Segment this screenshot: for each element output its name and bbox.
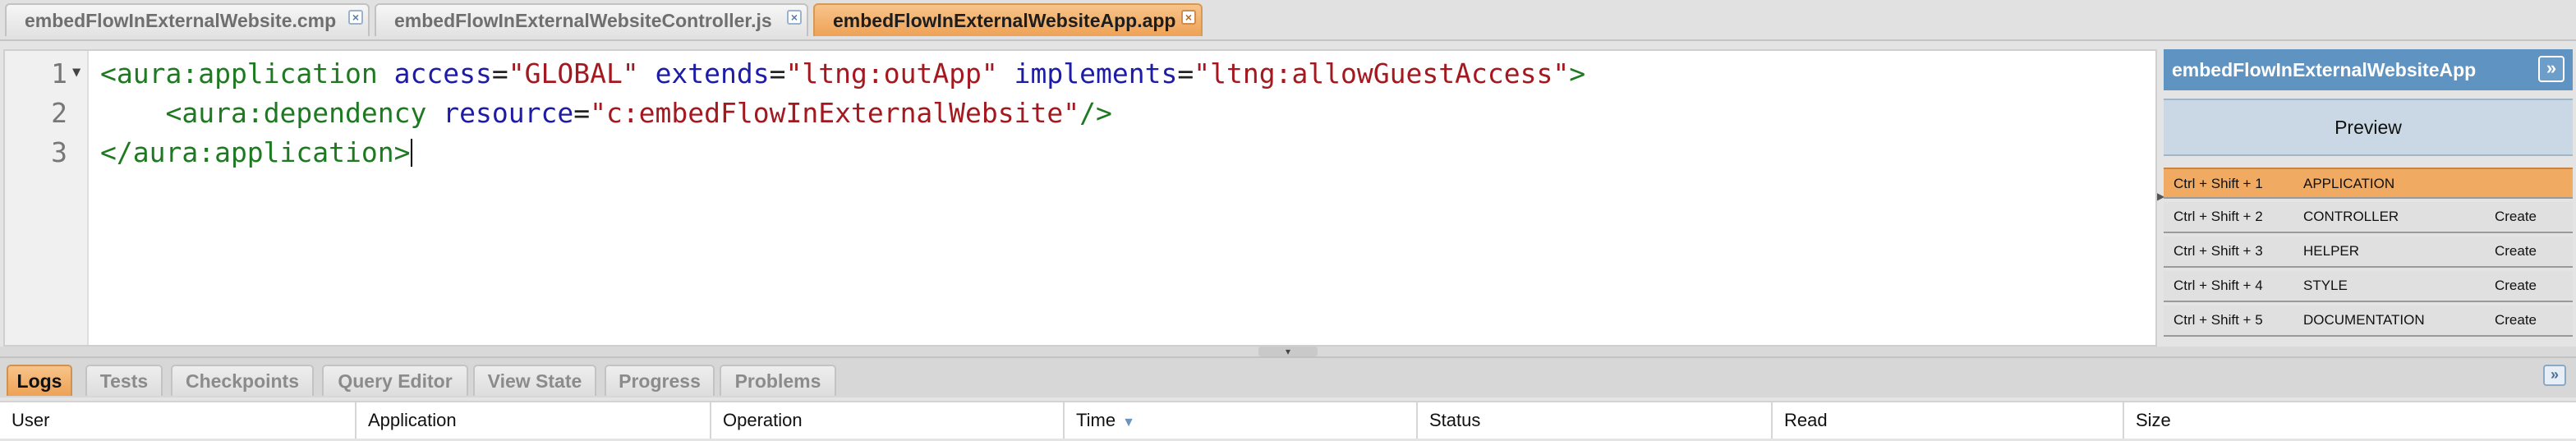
create-link[interactable]: Create <box>2495 202 2537 232</box>
code-editor[interactable]: 1 ▼ 2 3 <aura:application access="GLOBAL… <box>3 49 2157 347</box>
column-header-application[interactable]: Application <box>356 402 711 439</box>
logs-table-header: User Application Operation Time ▼ Status … <box>0 401 2576 439</box>
code-value: "ltng:allowGuestAccess" <box>1194 57 1570 90</box>
bundle-item-name: CONTROLLER <box>2303 209 2399 224</box>
tab-query-editor[interactable]: Query Editor <box>322 365 468 396</box>
code-line-2[interactable]: <aura:dependency resource="c:embedFlowIn… <box>100 97 1112 129</box>
shortcut-keys: Ctrl + Shift + 4 <box>2174 278 2263 293</box>
splitter-grip-icon[interactable]: ▾ <box>1258 347 1318 356</box>
bundle-item-name: STYLE <box>2303 278 2348 293</box>
bundle-item-controller[interactable]: Ctrl + Shift + 2 CONTROLLER Create <box>2164 202 2573 233</box>
bottom-tab-bar: Logs Tests Checkpoints Query Editor View… <box>0 356 2576 397</box>
tab-progress[interactable]: Progress <box>605 365 715 396</box>
tab-logs[interactable]: Logs <box>7 365 72 396</box>
create-link[interactable]: Create <box>2495 237 2537 266</box>
collapse-panel-icon[interactable]: » <box>2538 56 2564 82</box>
side-panel-header: embedFlowInExternalWebsiteApp » <box>2164 49 2573 90</box>
side-panel-toggle-icon[interactable]: ▶ <box>2157 191 2164 204</box>
code-line-3[interactable]: </aura:application> <box>100 136 412 168</box>
bundle-side-panel: embedFlowInExternalWebsiteApp » Preview … <box>2164 49 2576 345</box>
tab-view-state[interactable]: View State <box>473 365 596 396</box>
create-link[interactable]: Create <box>2495 271 2537 301</box>
bundle-item-application[interactable]: Ctrl + Shift + 1 APPLICATION <box>2164 168 2573 199</box>
bundle-item-documentation[interactable]: Ctrl + Shift + 5 DOCUMENTATION Create <box>2164 305 2573 337</box>
shortcut-keys: Ctrl + Shift + 2 <box>2174 209 2263 224</box>
column-header-read[interactable]: Read <box>1773 402 2124 439</box>
bundle-item-name: HELPER <box>2303 243 2360 259</box>
line-number-gutter: 1 ▼ 2 3 <box>5 51 89 345</box>
shortcut-keys: Ctrl + Shift + 1 <box>2174 176 2263 191</box>
code-tag: /> <box>1079 97 1112 129</box>
shortcut-keys: Ctrl + Shift + 3 <box>2174 243 2263 259</box>
tab-app-file[interactable]: embedFlowInExternalWebsiteApp.app × <box>813 3 1203 36</box>
code-value: "ltng:outApp" <box>785 57 998 90</box>
code-tag: > <box>1569 57 1586 90</box>
preview-container: Preview <box>2164 99 2573 156</box>
code-attr: implements <box>1014 57 1178 90</box>
code-attr: access <box>393 57 492 90</box>
bundle-item-style[interactable]: Ctrl + Shift + 4 STYLE Create <box>2164 271 2573 302</box>
column-label: Time <box>1076 410 1116 430</box>
line-number: 3 <box>51 136 67 168</box>
code-tag: </aura:application> <box>100 136 411 168</box>
shortcut-keys: Ctrl + Shift + 5 <box>2174 312 2263 328</box>
tab-label: embedFlowInExternalWebsite.cmp <box>25 10 337 31</box>
code-value: "c:embedFlowInExternalWebsite" <box>590 97 1080 129</box>
close-icon[interactable]: × <box>1181 10 1196 25</box>
fold-arrow-icon[interactable]: ▼ <box>72 64 80 80</box>
column-header-status[interactable]: Status <box>1418 402 1773 439</box>
close-icon[interactable]: × <box>787 10 802 25</box>
code-tag: <aura:application <box>100 57 378 90</box>
tab-problems[interactable]: Problems <box>720 365 836 396</box>
side-panel-title: embedFlowInExternalWebsiteApp <box>2172 59 2477 80</box>
line-number: 1 <box>51 57 67 90</box>
bundle-item-name: DOCUMENTATION <box>2303 312 2425 328</box>
line-number: 2 <box>51 97 67 129</box>
sort-descending-icon: ▼ <box>1122 416 1135 430</box>
tab-checkpoints[interactable]: Checkpoints <box>171 365 314 396</box>
code-attr: extends <box>655 57 770 90</box>
column-header-time[interactable]: Time ▼ <box>1065 402 1418 439</box>
create-link[interactable]: Create <box>2495 305 2537 335</box>
column-header-user[interactable]: User <box>0 402 356 439</box>
editor-tab-bar: embedFlowInExternalWebsite.cmp × embedFl… <box>0 0 2576 41</box>
code-tag: <aura:dependency <box>165 97 427 129</box>
text-caret <box>410 139 412 167</box>
tab-controller-file[interactable]: embedFlowInExternalWebsiteController.js … <box>375 3 808 36</box>
code-attr: resource <box>443 97 574 129</box>
collapse-bottom-panel-icon[interactable]: » <box>2543 365 2566 386</box>
tab-label: embedFlowInExternalWebsiteController.js <box>394 10 772 31</box>
code-value: "GLOBAL" <box>508 57 639 90</box>
tab-component-file[interactable]: embedFlowInExternalWebsite.cmp × <box>5 3 370 36</box>
close-icon[interactable]: × <box>348 10 363 25</box>
bundle-item-helper[interactable]: Ctrl + Shift + 3 HELPER Create <box>2164 237 2573 268</box>
code-line-1[interactable]: <aura:application access="GLOBAL" extend… <box>100 57 1585 90</box>
column-header-size[interactable]: Size <box>2124 402 2576 439</box>
column-header-operation[interactable]: Operation <box>711 402 1065 439</box>
preview-button[interactable]: Preview <box>2164 100 2573 154</box>
tab-label: embedFlowInExternalWebsiteApp.app <box>833 10 1176 31</box>
bundle-item-name: APPLICATION <box>2303 176 2395 191</box>
tab-tests[interactable]: Tests <box>85 365 163 396</box>
